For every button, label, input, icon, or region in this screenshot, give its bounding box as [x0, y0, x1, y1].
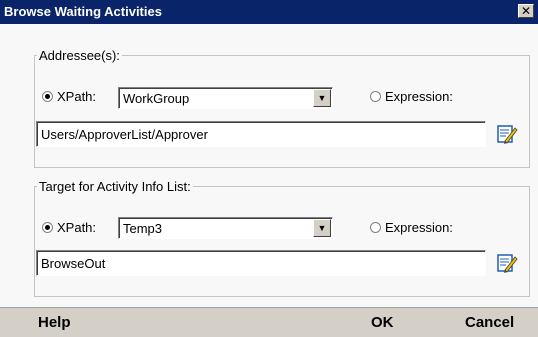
title-bar[interactable]: Browse Waiting Activities ✕ [0, 0, 538, 24]
addressee-xpath-label: XPath: [57, 89, 97, 104]
addressee-text-field[interactable]: Users/ApproverList/Approver [36, 121, 486, 147]
close-button[interactable]: ✕ [518, 4, 534, 18]
addressee-edit-button[interactable] [496, 123, 518, 145]
target-xpath-select[interactable]: Temp3 ▼ [118, 217, 333, 239]
radio-checked-icon [42, 222, 53, 233]
addressee-xpath-radio[interactable]: XPath: [42, 89, 96, 104]
target-xpath-label: XPath: [57, 220, 97, 235]
addressee-expression-label: Expression: [385, 89, 453, 104]
close-icon: ✕ [520, 4, 532, 18]
radio-unchecked-icon [370, 91, 381, 102]
dialog-footer: Help OK Cancel [0, 307, 538, 337]
dialog-window: Browse Waiting Activities ✕ Addressee(s)… [0, 0, 538, 337]
window-title: Browse Waiting Activities [4, 4, 162, 19]
addressee-expression-radio[interactable]: Expression: [370, 89, 453, 104]
target-xpath-radio[interactable]: XPath: [42, 220, 96, 235]
target-expression-label: Expression: [385, 220, 453, 235]
cancel-button[interactable]: Cancel [465, 314, 514, 331]
edit-pencil-icon [497, 125, 518, 144]
dialog-body: Addressee(s): XPath: WorkGroup ▼ Express… [0, 24, 538, 307]
radio-unchecked-icon [370, 222, 381, 233]
ok-button[interactable]: OK [371, 314, 394, 331]
target-xpath-value: Temp3 [123, 221, 163, 236]
target-expression-radio[interactable]: Expression: [370, 220, 453, 235]
edit-pencil-icon [497, 254, 518, 273]
target-group-legend: Target for Activity Info List: [39, 179, 191, 194]
target-edit-button[interactable] [496, 252, 518, 274]
addressee-group-legend: Addressee(s): [39, 48, 120, 63]
addressee-xpath-select[interactable]: WorkGroup ▼ [118, 87, 333, 109]
radio-checked-icon [42, 91, 53, 102]
target-text-field[interactable]: BrowseOut [36, 250, 486, 276]
chevron-down-icon[interactable]: ▼ [313, 89, 331, 107]
addressee-xpath-value: WorkGroup [123, 91, 190, 106]
help-button[interactable]: Help [38, 314, 71, 331]
chevron-down-icon[interactable]: ▼ [313, 219, 331, 237]
